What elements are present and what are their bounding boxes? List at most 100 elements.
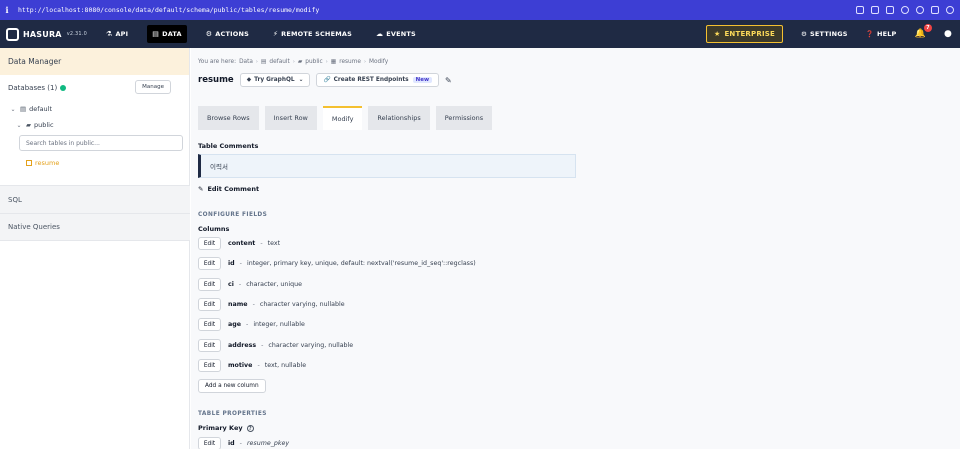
try-graphql-button[interactable]: ◆ Try GraphQL ⌄ [239,73,311,87]
settings-button[interactable]: ⚙ SETTINGS [801,30,848,38]
help-label: HELP [876,30,897,38]
column-type: text [267,240,281,247]
tab-modify[interactable]: Modify [322,106,363,130]
databases-label: Databases (1) [8,84,58,92]
gear-icon: ⚙ [800,30,808,38]
nav-actions[interactable]: ⚙ ACTIONS [201,25,254,43]
url-text[interactable]: http://localhost:8080/console/data/defau… [18,6,319,14]
folder-icon: ▰ [297,59,303,65]
sidebar-native-queries[interactable]: Native Queries [0,213,190,241]
table-icon: ▦ [330,59,337,65]
page-title: resume [198,75,234,85]
separator: - [238,281,242,288]
chevron-down-icon[interactable]: ⌄ [8,106,18,113]
edit-comment-button[interactable]: ✎ Edit Comment [198,185,259,193]
breadcrumb-public[interactable]: public [305,59,322,65]
sidebar-sql[interactable]: SQL [0,185,190,213]
nav-events[interactable]: ☁ EVENTS [371,25,421,43]
edit-column-button[interactable]: Edit [198,359,221,372]
camera-icon[interactable] [871,6,879,14]
database-icon: ▤ [20,105,27,113]
column-row: Edit ci - character, unique [198,278,302,291]
share-icon[interactable] [931,6,939,14]
column-row: Edit address - character varying, nullab… [198,339,353,352]
remote-schemas-icon: ⚡ [272,30,279,38]
tab-permissions[interactable]: Permissions [435,106,493,130]
add-column-button[interactable]: Add a new column [198,379,266,393]
data-manager-header[interactable]: Data Manager [0,48,189,75]
breadcrumb-data[interactable]: Data [239,59,253,65]
notifications-button[interactable]: 🔔 7 [915,24,932,39]
chevron-right-icon: › [255,59,258,65]
schema-name: public [34,121,54,129]
translate-icon[interactable] [886,6,894,14]
edit-column-button[interactable]: Edit [198,318,221,331]
tree-item-resume[interactable]: resume [26,159,189,167]
api-icon: ⚗ [105,30,113,38]
help-icon[interactable]: ? [246,424,254,432]
search-tables-input[interactable]: Search tables in public... [19,135,183,151]
user-menu-button[interactable]: ● [944,29,952,39]
column-name: name [228,301,248,308]
tab-relationships[interactable]: Relationships [368,106,430,130]
link-icon[interactable] [856,6,864,14]
help-button[interactable]: ❓ HELP [866,30,897,38]
enterprise-button[interactable]: ★ ENTERPRISE [705,25,783,43]
table-comment-box: 이력서 [198,154,576,178]
nav-remote-schemas[interactable]: ⚡ REMOTE SCHEMAS [268,25,357,43]
browser-toolbar-icons [856,0,954,20]
chevron-right-icon: › [292,59,295,65]
version-label: v2.31.0 [66,31,87,37]
profile-icon[interactable] [946,6,954,14]
manage-button[interactable]: Manage [135,80,171,94]
link-icon: 🔗 [323,77,331,83]
edit-primary-key-button[interactable]: Edit [198,437,221,449]
nav-api[interactable]: ⚗ API [101,25,133,43]
column-name: ci [228,281,234,288]
tab-insert-row[interactable]: Insert Row [264,106,317,130]
column-type: integer, primary key, unique, default: n… [246,260,476,267]
column-type: integer, nullable [253,321,305,328]
title-row: resume ◆ Try GraphQL ⌄ 🔗 Create REST End… [198,73,452,87]
column-type: character, unique [246,281,302,288]
chevron-down-icon[interactable]: ⌄ [14,122,24,129]
column-name: id [228,260,235,267]
column-name: age [228,321,242,328]
top-navigation: HASURA v2.31.0 ⚗ API ▤ DATA ⚙ ACTIONS ⚡ REMO… [0,20,960,48]
breadcrumb: You are here: Data › ▤ default › ▰ publi… [198,59,388,65]
graphql-icon: ◆ [246,77,252,83]
nav-actions-label: ACTIONS [215,30,249,38]
browser-url-bar: i http://localhost:8080/console/data/def… [0,0,960,20]
hasura-logo[interactable]: HASURA v2.31.0 [6,27,87,41]
edit-column-button[interactable]: Edit [198,278,221,291]
tree-item-public[interactable]: ⌄ ▰ public [0,117,189,133]
nav-data[interactable]: ▤ DATA [147,25,187,43]
tab-browse-rows[interactable]: Browse Rows [198,106,259,130]
chevron-right-icon: › [363,59,366,65]
separator: - [239,440,242,447]
tree-item-default[interactable]: ⌄ ▤ default [0,101,189,117]
separator: - [257,362,260,369]
database-name: default [29,105,53,113]
brand-name: HASURA [23,29,62,39]
breadcrumb-resume[interactable]: resume [339,59,361,65]
extension-icon[interactable] [901,6,909,14]
table-tabs: Browse Rows Insert Row Modify Relationsh… [198,106,493,130]
site-info-icon[interactable]: i [0,5,14,15]
user-icon: ● [943,29,952,39]
puzzle-icon[interactable] [916,6,924,14]
table-name: resume [35,159,60,167]
edit-column-button[interactable]: Edit [198,237,221,250]
column-name: address [228,342,257,349]
nav-data-label: DATA [162,30,182,38]
edit-icon[interactable]: ✎ [445,76,452,85]
breadcrumb-default[interactable]: default [269,59,289,65]
connected-status-icon [60,85,67,91]
edit-column-button[interactable]: Edit [198,298,221,311]
columns-label: Columns [198,225,230,233]
separator: - [260,240,263,247]
top-nav-right: ★ ENTERPRISE ⚙ SETTINGS ❓ HELP 🔔 7 ● [705,20,952,48]
edit-column-button[interactable]: Edit [198,339,221,352]
edit-column-button[interactable]: Edit [198,257,221,270]
create-rest-endpoints-button[interactable]: 🔗 Create REST Endpoints New [316,73,440,87]
